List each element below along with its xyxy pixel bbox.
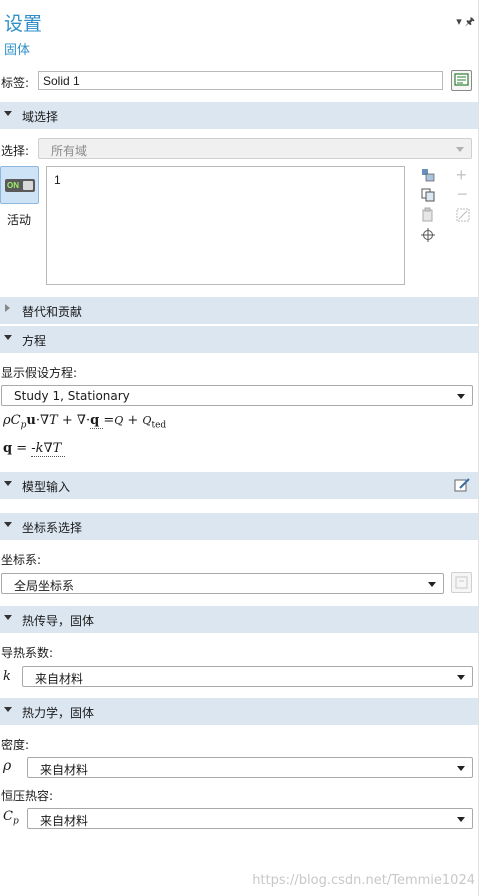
rho-symbol: ρ	[3, 758, 12, 774]
selection-list[interactable]: 1	[46, 166, 405, 285]
chevron-down-icon	[457, 766, 465, 771]
section-title: 热传导，固体	[22, 614, 95, 628]
pin-icon[interactable]: ▾ 🖈	[456, 13, 475, 32]
expand-icon	[5, 304, 10, 312]
chevron-down-icon	[457, 394, 465, 399]
chevron-down-icon	[457, 817, 465, 822]
section-title: 模型输入	[22, 480, 71, 494]
collapse-icon	[4, 707, 12, 712]
study-value: Study 1, Stationary	[14, 389, 130, 403]
section-thermodynamics[interactable]: 热力学，固体	[0, 698, 478, 725]
label-field-label: 标签:	[1, 76, 30, 90]
collapse-icon	[4, 335, 12, 340]
paste-selection-icon[interactable]	[420, 167, 436, 186]
create-selection-icon[interactable]	[455, 207, 471, 226]
section-domain-selection[interactable]: 域选择	[0, 102, 478, 129]
chevron-down-icon	[456, 147, 464, 152]
collapse-icon	[4, 615, 12, 620]
active-toggle-button[interactable]: ON	[0, 166, 39, 204]
section-override-contribution[interactable]: 替代和贡献	[0, 297, 478, 324]
section-title: 域选择	[22, 110, 59, 124]
note-icon-button[interactable]	[451, 70, 472, 91]
density-value: 来自材料	[40, 763, 89, 777]
collapse-icon	[4, 522, 12, 527]
section-heat-conduction[interactable]: 热传导，固体	[0, 606, 478, 633]
page-title: 设置	[4, 13, 43, 35]
copy-icon[interactable]	[420, 187, 436, 206]
selection-value: 所有域	[51, 144, 88, 158]
density-label: 密度:	[1, 738, 30, 752]
thermal-conductivity-label: 导热系数:	[1, 646, 54, 660]
chevron-down-icon	[428, 582, 436, 587]
active-label: 活动	[7, 213, 32, 227]
section-title: 热力学，固体	[22, 706, 95, 720]
add-icon[interactable]: +	[456, 166, 467, 184]
zoom-selection-icon[interactable]	[420, 227, 436, 246]
toggle-on-icon: ON	[5, 179, 35, 192]
thermal-conductivity-value: 来自材料	[35, 672, 84, 686]
selection-dropdown[interactable]: 所有域	[38, 138, 472, 159]
remove-icon[interactable]: −	[457, 185, 468, 203]
coord-system-label: 坐标系:	[1, 553, 42, 567]
section-title: 坐标系选择	[22, 521, 83, 535]
cp-symbol: Cp	[3, 809, 19, 827]
edit-icon[interactable]	[454, 477, 470, 496]
selection-label: 选择:	[1, 144, 30, 158]
collapse-icon	[4, 481, 12, 486]
section-coordinate-system[interactable]: 坐标系选择	[0, 513, 478, 540]
k-symbol: k	[3, 669, 11, 684]
label-input[interactable]: Solid 1	[38, 71, 443, 90]
heat-equation: ρCpu·∇T + ∇·q =Q + Qted	[3, 413, 167, 431]
panel-border	[478, 0, 479, 896]
coord-system-value: 全局坐标系	[14, 579, 75, 593]
coord-system-dropdown[interactable]: 全局坐标系	[1, 573, 444, 594]
heat-capacity-label: 恒压热容:	[1, 789, 54, 803]
flux-equation: q = -k∇T	[3, 441, 66, 457]
heat-capacity-dropdown[interactable]: 来自材料	[27, 808, 473, 829]
go-to-source-icon	[455, 576, 468, 589]
section-title: 方程	[22, 334, 47, 348]
note-icon	[454, 73, 469, 86]
collapse-icon	[4, 111, 12, 116]
section-equation[interactable]: 方程	[0, 326, 478, 353]
watermark: https://blog.csdn.net/Temmie1024	[252, 873, 475, 888]
clear-selection-icon[interactable]	[420, 207, 436, 226]
section-model-input[interactable]: 模型输入	[0, 472, 478, 499]
heat-capacity-value: 来自材料	[40, 814, 89, 828]
toggle-text: ON	[7, 181, 19, 190]
section-title: 替代和贡献	[22, 305, 83, 319]
study-dropdown[interactable]: Study 1, Stationary	[1, 385, 473, 406]
show-equation-label: 显示假设方程:	[1, 366, 78, 380]
density-dropdown[interactable]: 来自材料	[27, 757, 473, 778]
list-item[interactable]: 1	[54, 173, 61, 187]
chevron-down-icon	[457, 675, 465, 680]
page-subtitle: 固体	[4, 43, 31, 58]
go-to-source-button[interactable]	[451, 572, 472, 593]
thermal-conductivity-dropdown[interactable]: 来自材料	[22, 666, 473, 687]
